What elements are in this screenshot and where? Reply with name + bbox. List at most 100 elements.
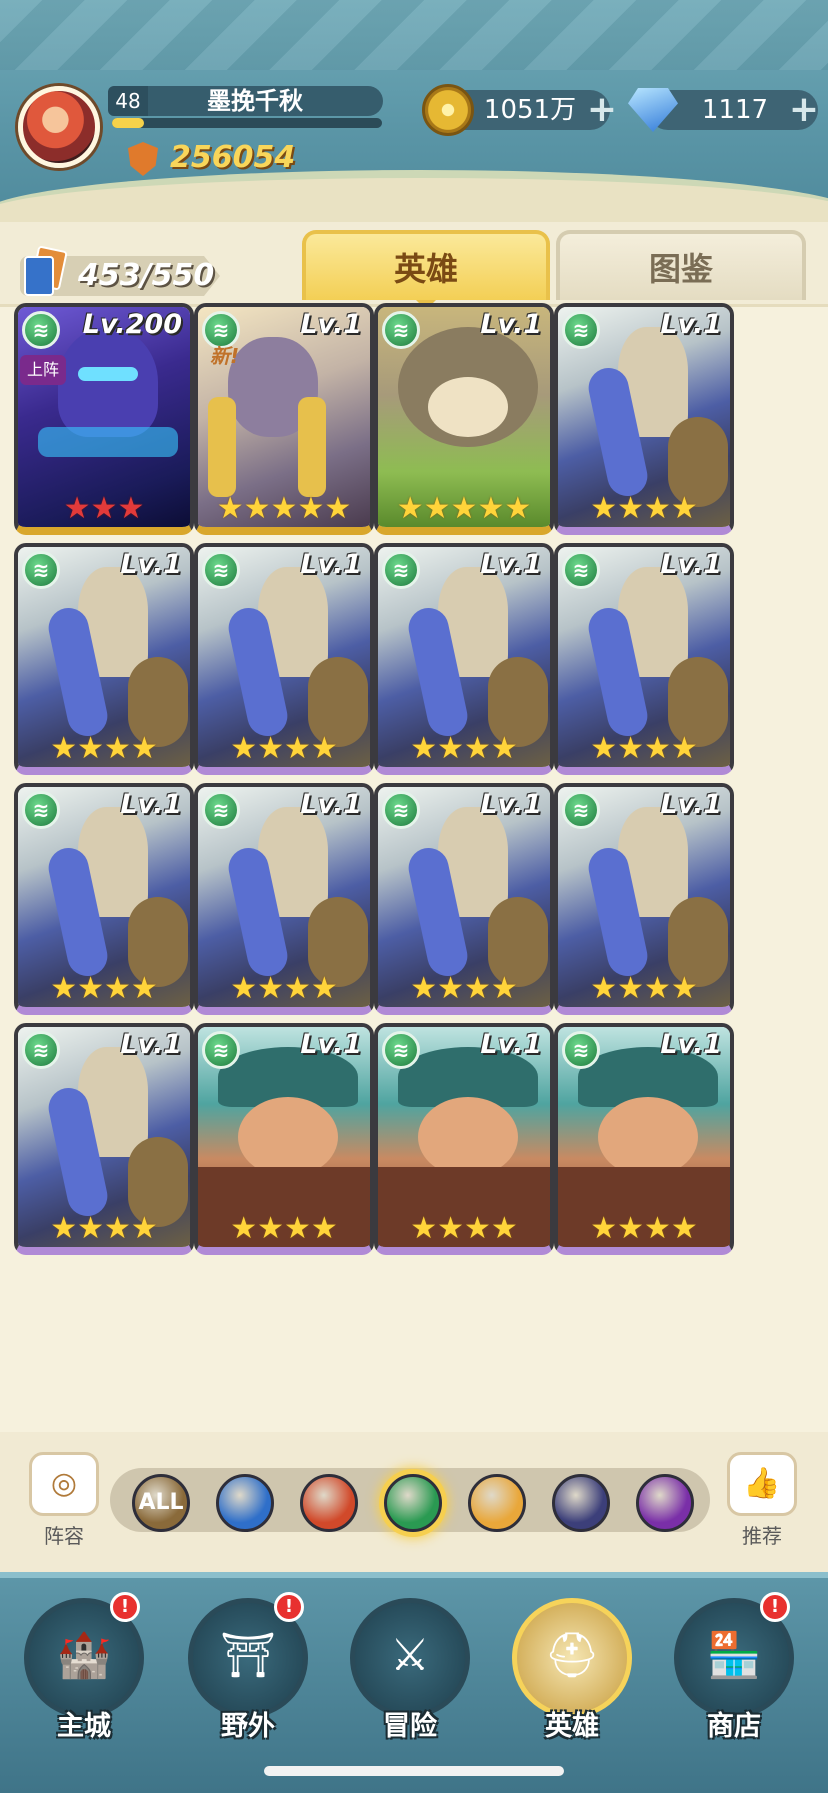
star-icon: ★ bbox=[590, 491, 618, 526]
star-icon: ★ bbox=[617, 1211, 644, 1246]
hero-card[interactable]: ≋ Lv.1 ★★★★ bbox=[554, 303, 734, 535]
helmet-icon: ⛑ bbox=[544, 1630, 600, 1681]
star-icon: ★ bbox=[670, 491, 698, 526]
star-icon: ★ bbox=[77, 1211, 104, 1246]
nav-item-shop[interactable]: 🏪 商店! bbox=[664, 1592, 804, 1742]
nav-item-castle[interactable]: 🏰 主城! bbox=[14, 1592, 154, 1742]
star-rating: ★★★★ bbox=[198, 733, 370, 765]
filter-all-icon[interactable]: ALL bbox=[132, 1474, 190, 1532]
filter-light-icon[interactable] bbox=[468, 1474, 526, 1532]
tab-codex[interactable]: 图鉴 bbox=[556, 230, 806, 300]
nav-item-portal[interactable]: ⛩ 野外! bbox=[178, 1592, 318, 1742]
star-icon: ★ bbox=[490, 731, 518, 766]
star-icon: ★ bbox=[50, 971, 78, 1006]
star-icon: ★ bbox=[504, 491, 532, 526]
star-icon: ★ bbox=[216, 491, 244, 526]
hero-card[interactable]: ≋ Lv.1 ★★★★ bbox=[374, 783, 554, 1015]
notification-badge: ! bbox=[110, 1592, 140, 1622]
star-icon: ★ bbox=[437, 731, 464, 766]
star-icon: ★ bbox=[670, 971, 698, 1006]
player-name: 墨挽千秋 bbox=[207, 87, 303, 115]
hero-card[interactable]: ≋ Lv.1 ★★★★ bbox=[194, 543, 374, 775]
hero-card[interactable]: ≋ Lv.1 ★★★★ bbox=[554, 543, 734, 775]
hero-level: Lv.1 bbox=[120, 1029, 182, 1060]
star-icon: ★ bbox=[644, 1211, 671, 1246]
star-icon: ★ bbox=[590, 971, 618, 1006]
hero-level: Lv.1 bbox=[480, 1029, 542, 1060]
star-icon: ★ bbox=[437, 971, 464, 1006]
hero-level: Lv.1 bbox=[660, 549, 722, 580]
gem-amount: 1117 bbox=[701, 95, 769, 125]
hero-card[interactable]: ≋ Lv.1 ★★★★ bbox=[14, 1023, 194, 1255]
star-rating: ★★★★ bbox=[558, 733, 730, 765]
add-gems-button[interactable]: + bbox=[786, 92, 822, 128]
hero-grid: ≋ Lv.200 上阵 ★★★ ≋ Lv.1 ★★★★★ ≋ Lv.1 ★★★★★ ≋ Lv.1 ★★★… bbox=[0, 303, 828, 1432]
hero-level: Lv.1 bbox=[300, 1029, 362, 1060]
star-icon: ★ bbox=[423, 491, 451, 526]
gold-amount: 1051万 bbox=[483, 95, 577, 125]
hero-card[interactable]: ≋ Lv.1 ★★★★ bbox=[14, 783, 194, 1015]
power-shield-icon bbox=[128, 142, 158, 176]
hero-card[interactable]: ≋ Lv.1 ★★★★ bbox=[374, 543, 554, 775]
filter-fire-icon[interactable] bbox=[300, 1474, 358, 1532]
star-icon: ★ bbox=[310, 1211, 338, 1246]
hero-level: Lv.1 bbox=[480, 309, 542, 340]
star-rating: ★★★ bbox=[18, 493, 190, 525]
star-icon: ★ bbox=[130, 731, 158, 766]
wind-faction-icon: ≋ bbox=[202, 1031, 240, 1069]
star-icon: ★ bbox=[617, 491, 644, 526]
add-gold-button[interactable]: + bbox=[584, 92, 620, 128]
lineup-button[interactable]: ◎ 阵容 bbox=[24, 1452, 104, 1562]
hero-cards-icon bbox=[20, 245, 70, 300]
star-icon: ★ bbox=[324, 491, 352, 526]
player-avatar[interactable] bbox=[18, 86, 100, 168]
hero-card[interactable]: ≋ Lv.1 ★★★★ bbox=[374, 1023, 554, 1255]
wind-faction-icon: ≋ bbox=[22, 551, 60, 589]
hero-card[interactable]: ≋ Lv.1 ★★★★ bbox=[194, 1023, 374, 1255]
player-level: 48 bbox=[108, 86, 148, 116]
bottom-navigation: 🏰 主城! ⛩ 野外! ⚔ 冒险 ⛑ 英雄 🏪 商店! bbox=[0, 1572, 828, 1793]
star-icon: ★ bbox=[230, 1211, 258, 1246]
star-icon: ★ bbox=[230, 971, 258, 1006]
star-icon: ★ bbox=[284, 731, 311, 766]
notification-badge: ! bbox=[760, 1592, 790, 1622]
hero-card[interactable]: ≋ Lv.1 ★★★★ bbox=[554, 1023, 734, 1255]
hero-card[interactable]: ≋ Lv.200 上阵 ★★★ bbox=[14, 303, 194, 535]
exp-bar bbox=[112, 118, 382, 128]
hero-level: Lv.1 bbox=[480, 549, 542, 580]
filter-wind-icon[interactable] bbox=[384, 1474, 442, 1532]
star-icon: ★ bbox=[77, 731, 104, 766]
hero-card[interactable]: ≋ Lv.1 ★★★★ bbox=[14, 543, 194, 775]
hero-level: Lv.1 bbox=[660, 309, 722, 340]
hero-level: Lv.1 bbox=[120, 549, 182, 580]
nav-label: 主城 bbox=[57, 1711, 111, 1742]
tab-heroes[interactable]: 英雄 bbox=[302, 230, 550, 300]
star-rating: ★★★★ bbox=[558, 1213, 730, 1245]
wind-faction-icon: ≋ bbox=[22, 311, 60, 349]
star-icon: ★ bbox=[490, 971, 518, 1006]
hero-card[interactable]: ≋ Lv.1 ★★★★★ bbox=[374, 303, 554, 535]
wind-faction-icon: ≋ bbox=[382, 311, 420, 349]
star-icon: ★ bbox=[450, 491, 478, 526]
hero-card[interactable]: ≋ Lv.1 ★★★★★ bbox=[194, 303, 374, 535]
star-icon: ★ bbox=[590, 1211, 618, 1246]
star-icon: ★ bbox=[410, 731, 438, 766]
star-rating: ★★★★★ bbox=[198, 493, 370, 525]
star-icon: ★ bbox=[464, 731, 491, 766]
hero-count: 453/550 bbox=[78, 258, 215, 293]
hero-card[interactable]: ≋ Lv.1 ★★★★ bbox=[554, 783, 734, 1015]
filter-water-icon[interactable] bbox=[216, 1474, 274, 1532]
filter-arcane-icon[interactable] bbox=[636, 1474, 694, 1532]
star-icon: ★ bbox=[396, 491, 424, 526]
hero-card[interactable]: ≋ Lv.1 ★★★★ bbox=[194, 783, 374, 1015]
nav-item-sword[interactable]: ⚔ 冒险 bbox=[340, 1592, 480, 1742]
hero-level: Lv.1 bbox=[480, 789, 542, 820]
filter-dark-icon[interactable] bbox=[552, 1474, 610, 1532]
recommend-button[interactable]: 👍 推荐 bbox=[722, 1452, 802, 1562]
lineup-label: 阵容 bbox=[44, 1524, 84, 1548]
star-icon: ★ bbox=[477, 491, 505, 526]
star-icon: ★ bbox=[257, 971, 284, 1006]
exp-bar-fill bbox=[112, 118, 145, 128]
nav-item-helmet[interactable]: ⛑ 英雄 bbox=[502, 1592, 642, 1742]
wind-faction-icon: ≋ bbox=[562, 551, 600, 589]
